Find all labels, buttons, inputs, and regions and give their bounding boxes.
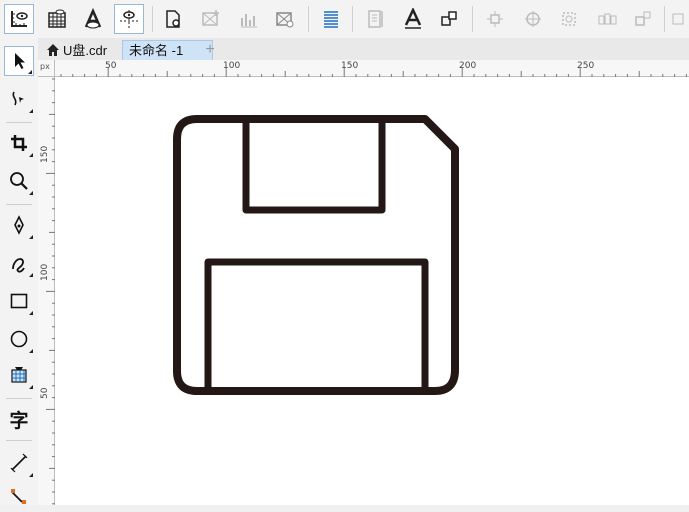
separator	[352, 6, 353, 32]
floppy-label-area	[204, 258, 429, 395]
ruler-options-icon[interactable]	[4, 4, 34, 34]
text-properties-icon[interactable]	[398, 4, 428, 34]
crop-tool-icon[interactable]	[4, 128, 34, 158]
guidelines-icon[interactable]	[114, 4, 144, 34]
text-view-icon[interactable]	[78, 4, 108, 34]
freehand-tool-icon[interactable]	[4, 210, 34, 240]
ruler-unit-label: px	[40, 62, 50, 71]
dimension-tool-icon[interactable]	[4, 448, 34, 478]
image-disabled-icon	[196, 4, 226, 34]
ellipse-tool-icon[interactable]	[4, 324, 34, 354]
snap-disabled-icon	[480, 4, 510, 34]
target-disabled-icon	[518, 4, 548, 34]
text-frame-disabled-icon	[360, 4, 390, 34]
separator	[6, 122, 32, 123]
vertical-ruler-ticks	[46, 78, 55, 505]
home-icon	[47, 44, 59, 56]
separator	[308, 6, 309, 32]
separator	[472, 6, 473, 32]
shape-tool-icon[interactable]	[4, 84, 34, 114]
image-settings-disabled-icon	[270, 4, 300, 34]
ruler-label: 100	[223, 61, 241, 71]
ruler-corner[interactable]: px	[38, 60, 55, 77]
ruler-label: 150	[40, 145, 50, 163]
tab-file[interactable]: U盘.cdr	[40, 40, 120, 60]
property-bar	[0, 0, 689, 39]
separator	[664, 6, 665, 32]
artistic-media-tool-icon[interactable]	[4, 248, 34, 278]
toolbox: 字	[0, 38, 39, 505]
align-lines-icon[interactable]	[316, 4, 346, 34]
vertical-ruler[interactable]: 150 100 50	[38, 77, 55, 505]
ruler-label: 200	[459, 61, 477, 71]
rectangle-tool-icon[interactable]	[4, 286, 34, 316]
separator	[6, 398, 32, 399]
drawing-canvas[interactable]	[55, 77, 689, 505]
overflow-icon[interactable]	[668, 4, 688, 34]
separator	[6, 204, 32, 205]
tab-file-label: U盘.cdr	[63, 42, 108, 58]
document-tabs: U盘.cdr 未命名 -1 +	[38, 38, 689, 61]
distribute-disabled-icon	[592, 4, 622, 34]
pick-tool-icon[interactable]	[4, 46, 34, 76]
floppy-disk-drawing[interactable]	[55, 77, 689, 505]
connector-tool-icon[interactable]	[4, 482, 34, 512]
ruler-label: 50	[40, 387, 50, 399]
ruler-label: 250	[577, 61, 595, 71]
horizontal-ruler[interactable]: 50 100 150 200 250	[55, 60, 689, 77]
zoom-tool-icon[interactable]	[4, 166, 34, 196]
layer-disabled-icon	[628, 4, 658, 34]
transform-disabled-icon	[554, 4, 584, 34]
ruler-label: 100	[40, 263, 50, 281]
document-settings-icon[interactable]	[158, 4, 188, 34]
graph-paper-tool-icon[interactable]	[4, 360, 34, 390]
floppy-shutter	[242, 115, 386, 214]
floppy-body-outline	[173, 115, 459, 395]
arrange-icon[interactable]	[434, 4, 464, 34]
grid-icon[interactable]	[42, 4, 72, 34]
separator	[6, 440, 32, 441]
separator	[152, 6, 153, 32]
add-tab-button[interactable]: +	[200, 41, 220, 59]
text-tool-icon[interactable]: 字	[4, 404, 34, 434]
ruler-label: 50	[105, 61, 117, 71]
bars-disabled-icon	[234, 4, 264, 34]
ruler-label: 150	[341, 61, 359, 71]
